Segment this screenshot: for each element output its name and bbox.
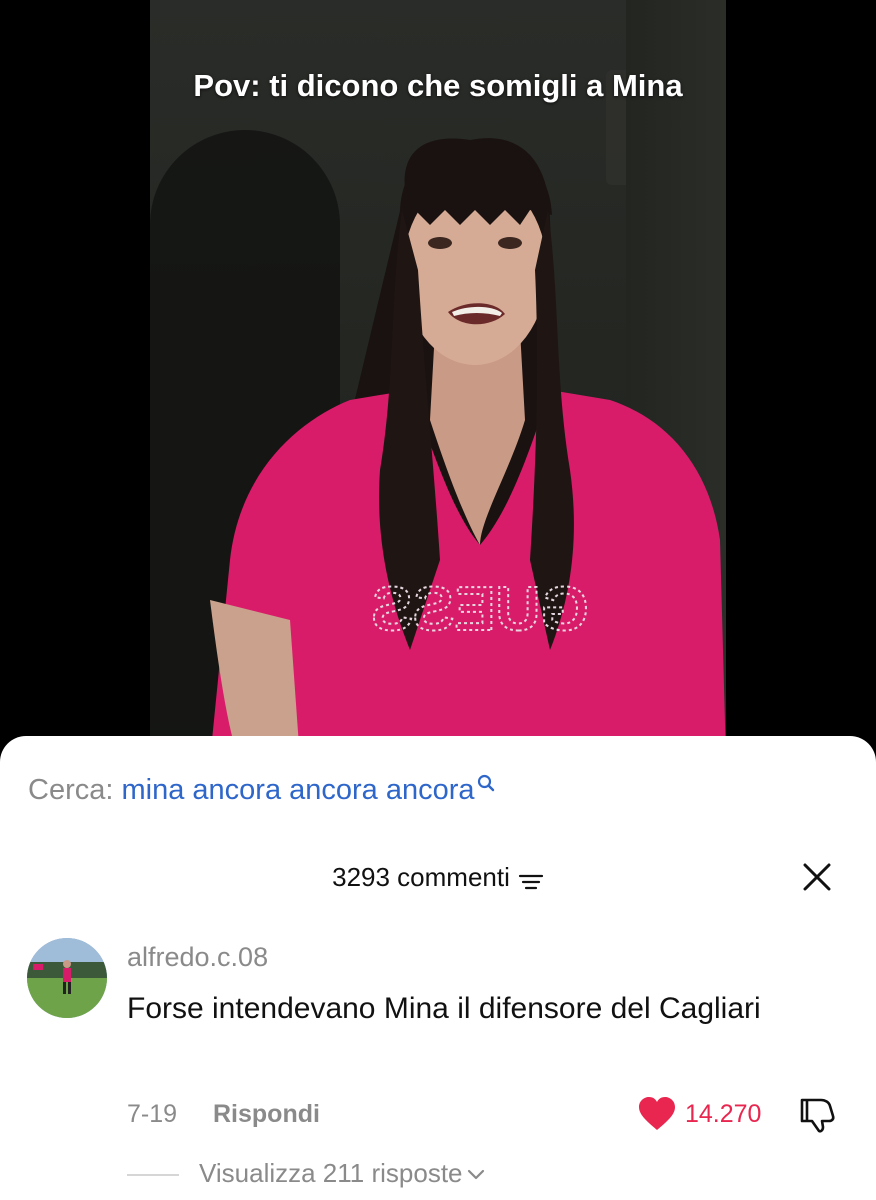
reply-button[interactable]: Rispondi: [213, 1100, 320, 1129]
like-count: 14.270: [685, 1100, 762, 1128]
chevron-down-icon: [467, 1170, 484, 1180]
search-suggestion[interactable]: Cerca: mina ancora ancora ancora: [28, 774, 495, 807]
view-replies-label: Visualizza 211 risposte: [199, 1158, 463, 1188]
comments-count: 3293 commenti: [332, 862, 510, 892]
replies-divider: [127, 1174, 179, 1176]
avatar-image: [27, 938, 107, 1018]
comment-item: alfredo.c.08 Forse intendevano Mina il d…: [0, 936, 876, 1200]
comments-header: 3293 commenti: [0, 862, 876, 898]
search-query-link[interactable]: mina ancora ancora ancora: [121, 774, 474, 806]
video-player[interactable]: GUESS Pov: ti dicono che somigli a Mina: [0, 0, 876, 760]
search-icon[interactable]: [477, 774, 495, 792]
dislike-icon[interactable]: [799, 1094, 839, 1134]
heart-icon[interactable]: [637, 1096, 677, 1132]
shirt-text: GUESS: [371, 575, 588, 644]
avatar[interactable]: [27, 938, 107, 1018]
person-figure: GUESS: [210, 138, 726, 760]
comment-text: Forse intendevano Mina il difensore del …: [127, 992, 761, 1025]
comment-meta: 7-19 Rispondi 14.270: [127, 1097, 847, 1140]
comments-sheet: Cerca: mina ancora ancora ancora 3293 co…: [0, 736, 876, 1200]
video-frame: GUESS: [150, 0, 726, 760]
filter-icon[interactable]: [518, 873, 544, 891]
comment-username[interactable]: alfredo.c.08: [127, 942, 268, 973]
search-prefix: Cerca:: [28, 774, 114, 806]
video-caption: Pov: ti dicono che somigli a Mina: [193, 68, 683, 103]
view-replies-button[interactable]: Visualizza 211 risposte: [199, 1158, 485, 1189]
close-icon[interactable]: [802, 862, 832, 892]
comment-date: 7-19: [127, 1100, 178, 1128]
